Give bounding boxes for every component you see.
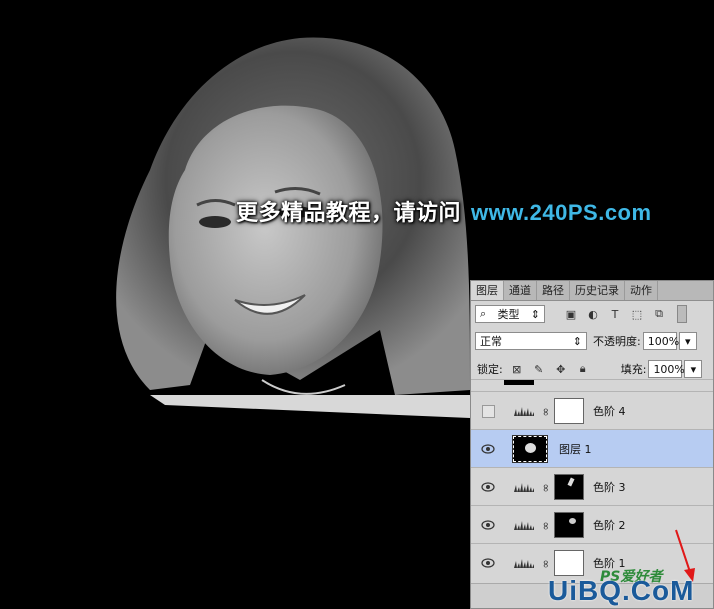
- opacity-label: 不透明度:: [593, 335, 641, 348]
- lock-move-icon[interactable]: ✥: [553, 361, 569, 377]
- tab-layers[interactable]: 图层: [471, 281, 504, 300]
- eye-hidden-icon[interactable]: [480, 403, 496, 419]
- filter-toggle[interactable]: [677, 305, 687, 323]
- link-icon[interactable]: ∞: [540, 407, 553, 416]
- eye-icon[interactable]: [480, 517, 496, 533]
- layer-row[interactable]: ∞ 色阶 4: [471, 391, 713, 430]
- fill-input[interactable]: 100%: [648, 360, 685, 378]
- layer-mask-thumbnail[interactable]: [554, 550, 584, 576]
- layer-name[interactable]: 色阶 3: [593, 479, 626, 495]
- fill-dropdown-button[interactable]: ▾: [684, 360, 703, 378]
- promo-banner: 更多精品教程，请访问 www.240PS.com: [236, 195, 652, 227]
- layer-mask-thumbnail[interactable]: [554, 474, 584, 500]
- shape-filter-icon[interactable]: ⬚: [629, 306, 645, 322]
- lock-paint-icon[interactable]: ✎: [531, 361, 547, 377]
- filter-kind-label: 类型: [497, 308, 520, 321]
- blend-mode-select[interactable]: 正常 ⇕: [475, 332, 587, 350]
- lock-all-icon[interactable]: 🔒︎: [575, 361, 591, 377]
- layer-thumbnail[interactable]: [512, 435, 548, 463]
- layer-name[interactable]: 色阶 4: [593, 403, 626, 419]
- panel-tabs: 图层 通道 路径 历史记录 动作: [471, 281, 713, 301]
- watermark-logo: UiBQ.CoM: [548, 575, 695, 606]
- link-icon[interactable]: ∞: [540, 559, 553, 568]
- promo-text: 更多精品教程，请访问: [236, 201, 462, 226]
- layer-row[interactable]: ∞ 色阶 3: [471, 467, 713, 506]
- levels-adjustment-icon[interactable]: [513, 519, 535, 531]
- smart-object-filter-icon[interactable]: ⧉: [651, 306, 667, 322]
- opacity-dropdown-button[interactable]: ▾: [678, 332, 697, 350]
- tab-history[interactable]: 历史记录: [570, 281, 625, 300]
- lock-transparent-icon[interactable]: ⊠: [509, 361, 525, 377]
- blend-mode-value: 正常: [480, 335, 502, 348]
- link-icon[interactable]: ∞: [540, 521, 553, 530]
- type-filter-icon[interactable]: T: [607, 306, 623, 322]
- fill-label: 填充:: [620, 363, 647, 376]
- link-icon[interactable]: ∞: [540, 483, 553, 492]
- tab-paths[interactable]: 路径: [537, 281, 570, 300]
- levels-adjustment-icon[interactable]: [513, 405, 535, 417]
- search-icon: ⌕: [480, 307, 487, 320]
- lock-label: 锁定:: [477, 363, 503, 376]
- layer-mask-thumbnail[interactable]: [554, 512, 584, 538]
- filter-kind-select[interactable]: ⌕ 类型 ⇕: [475, 305, 545, 323]
- layer-mask-thumbnail[interactable]: [554, 398, 584, 424]
- adjustment-filter-icon[interactable]: ◐: [585, 306, 601, 322]
- eye-icon[interactable]: [480, 479, 496, 495]
- left-eye: [199, 216, 231, 228]
- updown-icon: ⇕: [572, 334, 582, 348]
- layer-row[interactable]: ∞ 色阶 2: [471, 505, 713, 544]
- opacity-input[interactable]: 100%: [642, 332, 679, 350]
- eye-icon[interactable]: [480, 555, 496, 571]
- levels-adjustment-icon[interactable]: [513, 481, 535, 493]
- eye-icon[interactable]: [480, 441, 496, 457]
- layer-row[interactable]: 图层 1: [471, 429, 713, 468]
- shoulder-shape: [150, 395, 470, 418]
- levels-adjustment-icon[interactable]: [513, 557, 535, 569]
- layer-name[interactable]: 色阶 2: [593, 517, 626, 533]
- image-filter-icon[interactable]: ▣: [563, 306, 579, 322]
- layer-row-partial[interactable]: [471, 379, 713, 391]
- tab-actions[interactable]: 动作: [625, 281, 658, 300]
- layers-panel: 图层 通道 路径 历史记录 动作 ⌕ 类型 ⇕ ▣ ◐ T ⬚ ⧉ 正常 ⇕ 不…: [470, 280, 714, 609]
- promo-url[interactable]: www.240PS.com: [471, 200, 652, 225]
- updown-icon: ⇕: [530, 307, 540, 321]
- layer-name[interactable]: 图层 1: [559, 441, 592, 457]
- tab-channels[interactable]: 通道: [504, 281, 537, 300]
